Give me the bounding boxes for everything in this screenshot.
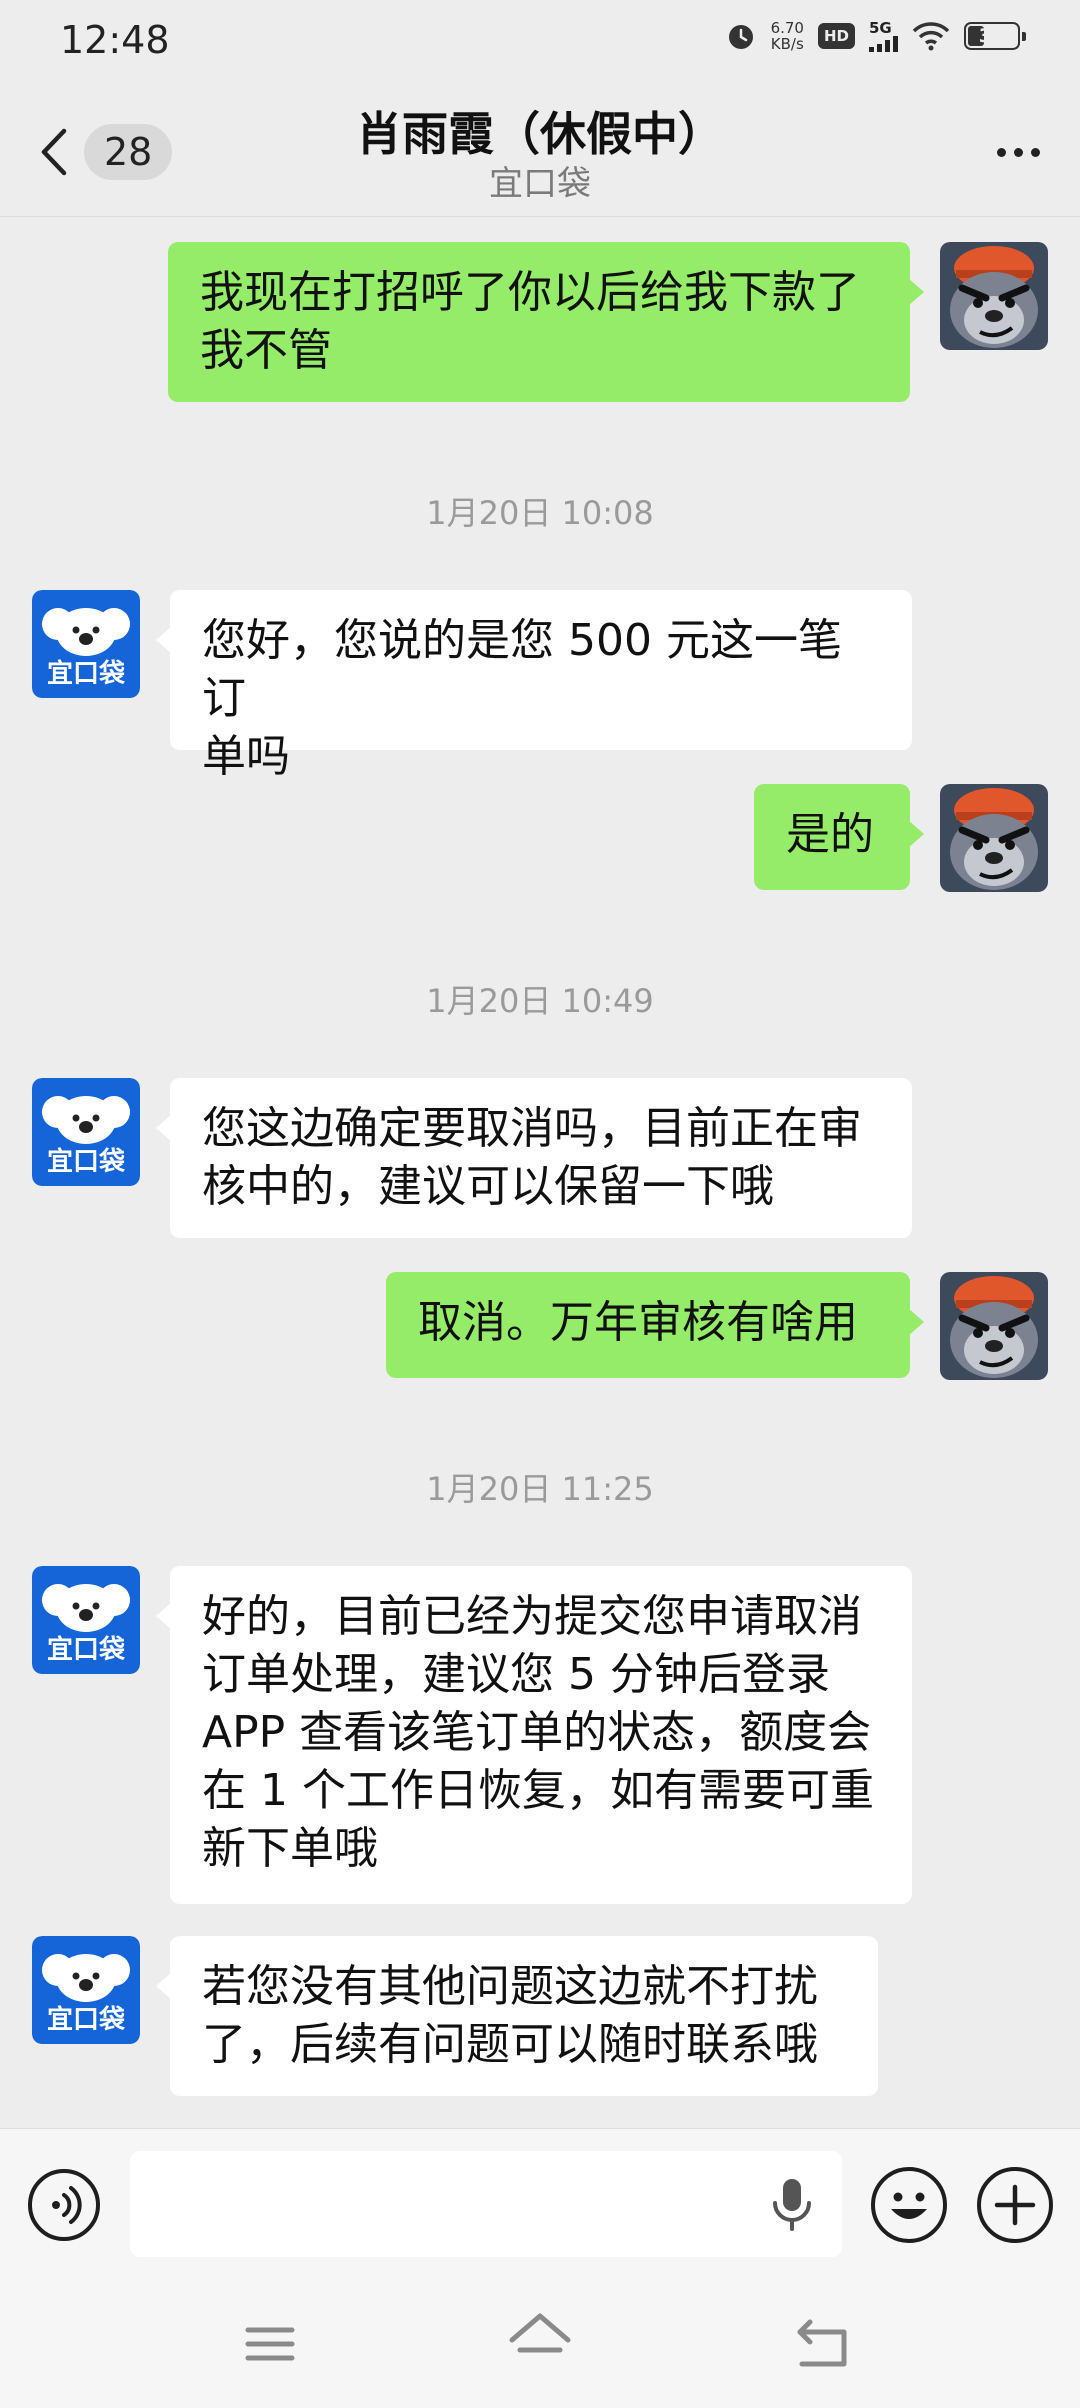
signal-icon: 5G [869, 20, 898, 52]
status-bar: 12:48 6.70 KB/s HD 5G 31 [0, 0, 1080, 84]
timestamp: 1月20日 10:08 [426, 494, 654, 532]
battery-level: 31 [978, 25, 1006, 47]
message-bubble-sent[interactable]: 我现在打招呼了你以后给我下款了 我不管 [168, 242, 924, 402]
more-functions-button[interactable] [977, 2167, 1053, 2243]
system-navigation-bar [0, 2278, 1080, 2408]
menu-icon[interactable] [234, 2308, 306, 2380]
my-avatar[interactable] [940, 242, 1048, 350]
contact-avatar[interactable]: 宜口袋 [32, 1566, 140, 1674]
message-input[interactable] [130, 2151, 842, 2257]
chat-title: 肖雨霞（休假中） [356, 107, 724, 161]
voice-icon [52, 2186, 82, 2224]
network-speed-unit: KB/s [770, 35, 804, 53]
message-line: 订单处理，建议您 5 分钟后登录 [202, 1649, 830, 1700]
message-list[interactable]: 我现在打招呼了你以后给我下款了 我不管 1月20日 10:08 宜口袋 您好，您… [0, 216, 1080, 2128]
message-line: 我现在打招呼了你以后给我下款了 [200, 267, 860, 318]
message-bubble-received[interactable]: 您这边确定要取消吗，目前正在审 核中的，建议可以保留一下哦 [156, 1078, 912, 1238]
message-line: 单吗 [202, 731, 290, 782]
network-speed-value: 6.70 [770, 19, 804, 37]
voice-toggle-button[interactable] [28, 2169, 100, 2241]
message-line: 您好，您说的是您 500 元这一笔订 [202, 615, 842, 724]
battery-icon: 31 [964, 22, 1026, 50]
message-line: 在 1 个工作日恢复，如有需要可重 [202, 1765, 874, 1816]
message-bubble-sent[interactable]: 取消。万年审核有啥用 [386, 1272, 924, 1378]
chat-subtitle: 宜口袋 [489, 164, 591, 204]
message-bubble-received[interactable]: 好的，目前已经为提交您申请取消 订单处理，建议您 5 分钟后登录 APP 查看该… [156, 1566, 912, 1904]
plus-icon [994, 2184, 1036, 2226]
message-line: 了，后续有问题可以随时联系哦 [202, 2019, 818, 2070]
message-bubble-sent[interactable]: 是的 [754, 784, 924, 890]
status-icons: 6.70 KB/s HD 5G 31 [725, 20, 1026, 52]
chat-header: 28 肖雨霞（休假中） 宜口袋 [0, 84, 1080, 217]
more-options-button[interactable] [986, 124, 1050, 180]
message-line: 取消。万年审核有啥用 [418, 1297, 858, 1348]
message-line: 若您没有其他问题这边就不打扰 [202, 1961, 818, 2012]
wifi-icon [912, 22, 950, 51]
message-line: APP 查看该笔订单的状态，额度会 [202, 1707, 872, 1758]
message-bubble-received[interactable]: 若您没有其他问题这边就不打扰 了，后续有问题可以随时联系哦 [156, 1936, 878, 2096]
timestamp: 1月20日 11:25 [426, 1470, 654, 1508]
message-line: 您这边确定要取消吗，目前正在审 [202, 1103, 862, 1154]
hd-icon: HD [817, 23, 855, 49]
back-icon[interactable] [788, 2308, 860, 2380]
contact-avatar[interactable]: 宜口袋 [32, 1936, 140, 2044]
input-bar [0, 2128, 1080, 2279]
home-icon[interactable] [504, 2304, 576, 2376]
contact-avatar-label: 宜口袋 [47, 1146, 126, 1177]
message-line: 我不管 [200, 325, 332, 376]
status-time: 12:48 [60, 18, 170, 62]
contact-avatar-label: 宜口袋 [47, 1634, 126, 1665]
contact-avatar[interactable]: 宜口袋 [32, 1078, 140, 1186]
microphone-icon[interactable] [768, 2175, 816, 2235]
timestamp: 1月20日 10:49 [426, 982, 654, 1020]
message-line: 好的，目前已经为提交您申请取消 [202, 1591, 862, 1642]
message-line: 新下单哦 [202, 1823, 378, 1874]
message-line: 核中的，建议可以保留一下哦 [202, 1161, 774, 1212]
message-line: 是的 [786, 809, 874, 860]
emoji-button[interactable] [871, 2167, 947, 2243]
alarm-icon [728, 25, 753, 49]
signal-label: 5G [869, 19, 892, 37]
my-avatar[interactable] [940, 1272, 1048, 1380]
message-bubble-received[interactable]: 您好，您说的是您 500 元这一笔订 单吗 [156, 590, 912, 782]
signal-bars [869, 36, 898, 52]
contact-avatar[interactable]: 宜口袋 [32, 590, 140, 698]
emoji-icon [891, 2192, 927, 2219]
my-avatar[interactable] [940, 784, 1048, 892]
contact-avatar-label: 宜口袋 [47, 2004, 126, 2035]
more-dots-icon [996, 147, 1006, 157]
network-speed: 6.70 KB/s [771, 20, 804, 52]
contact-avatar-label: 宜口袋 [47, 658, 126, 689]
